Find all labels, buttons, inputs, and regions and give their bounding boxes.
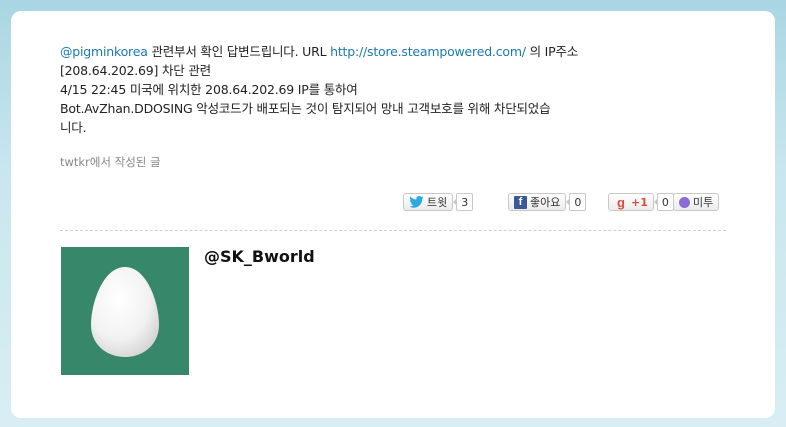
tweet-share-button[interactable]: 트윗 (403, 193, 454, 211)
profile-handle[interactable]: @SK_Bworld (204, 247, 315, 266)
twitter-bird-icon (409, 196, 424, 208)
me2day-label: 미투 (693, 196, 714, 209)
facebook-like-count: 0 (566, 193, 587, 211)
tweet-text-segment: 관련부서 확인 답변드립니다. URL (147, 44, 331, 59)
google-plus-group: g +1 0 (608, 192, 674, 212)
google-plus-button[interactable]: g +1 (608, 193, 654, 211)
mention-link[interactable]: @pigminkorea (60, 44, 148, 59)
tweet-line-5: 니다. (60, 120, 87, 135)
me2day-button[interactable]: 미투 (673, 193, 720, 211)
tweet-share-label: 트윗 (427, 196, 448, 209)
tweet-line-4: Bot.AvZhan.DDOSING 악성코드가 배포되는 것이 탐지되어 망내… (60, 101, 551, 116)
source-info: twtkr에서 작성된 글 (60, 154, 161, 170)
tweet-share-group: 트윗 3 (403, 192, 474, 212)
google-plus-count: 0 (653, 193, 674, 211)
facebook-like-label: 좋아요 (530, 196, 561, 209)
me2day-group: 미투 (673, 192, 720, 212)
tweet-line-3: 4/15 22:45 미국에 위치한 208.64.202.69 IP를 통하여 (60, 82, 358, 97)
default-egg-avatar (91, 267, 159, 357)
url-link[interactable]: http://store.steampowered.com/ (330, 44, 526, 59)
tweet-line-2: [208.64.202.69] 차단 관련 (60, 63, 211, 78)
me2day-icon (679, 196, 690, 208)
google-plus-icon: g (617, 194, 625, 210)
facebook-icon: f (514, 195, 527, 209)
tweet-line-1: @pigminkorea 관련부서 확인 답변드립니다. URL http://… (60, 42, 660, 61)
source-app-link[interactable]: twtkr (60, 155, 90, 169)
section-divider (60, 230, 726, 231)
tweet-text: @pigminkorea 관련부서 확인 답변드립니다. URL http://… (60, 42, 660, 137)
facebook-like-button[interactable]: f 좋아요 (508, 193, 567, 211)
profile-avatar[interactable] (61, 247, 189, 375)
tweet-text-segment: 의 IP주소 (525, 44, 579, 59)
source-suffix: 에서 작성된 글 (89, 155, 161, 169)
google-plus-label: +1 (631, 195, 648, 209)
facebook-like-group: f 좋아요 0 (508, 192, 587, 212)
tweet-count: 3 (453, 193, 474, 211)
tweet-card: @pigminkorea 관련부서 확인 답변드립니다. URL http://… (11, 11, 775, 418)
